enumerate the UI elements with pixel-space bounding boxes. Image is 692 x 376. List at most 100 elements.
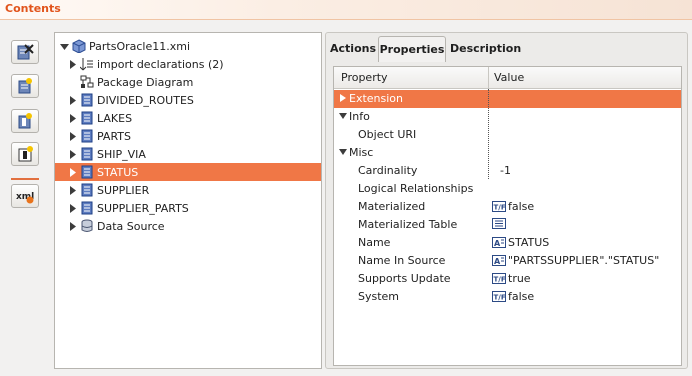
add-key-button[interactable]	[11, 142, 39, 166]
tree-item-supplier[interactable]: SUPPLIER	[55, 181, 321, 199]
xml-button[interactable]: xml	[11, 184, 39, 208]
column-header-property[interactable]: Property	[341, 71, 388, 84]
tree-item-ship-via[interactable]: SHIP_VIA	[55, 145, 321, 163]
property-name: Object URI	[358, 128, 417, 141]
view-title-bar: Contents	[0, 0, 692, 20]
expand-arrow-icon[interactable]	[67, 113, 77, 123]
property-row-supports-update[interactable]: Supports Update T/F true	[334, 270, 681, 288]
property-value[interactable]: T/F false	[492, 200, 534, 213]
boolean-icon: T/F	[492, 291, 506, 302]
expand-arrow-icon[interactable]	[67, 167, 77, 177]
model-tree[interactable]: PartsOracle11.xmi import declarations (2…	[54, 32, 322, 369]
collapse-arrow-icon[interactable]	[338, 111, 348, 121]
tree-item-label: LAKES	[97, 111, 133, 125]
import-icon	[79, 57, 94, 71]
datasource-icon	[80, 219, 94, 233]
property-value-text: "PARTSSUPPLIER"."STATUS"	[508, 254, 660, 267]
property-grid-header: Property Value	[334, 67, 681, 89]
tab-actions[interactable]: Actions	[330, 39, 376, 61]
property-value-text: false	[508, 200, 535, 213]
tree-item-supplier-parts[interactable]: SUPPLIER_PARTS	[55, 199, 321, 217]
tree-item-data-source[interactable]: Data Source	[55, 217, 321, 235]
expand-arrow-icon[interactable]	[67, 185, 77, 195]
table-icon	[80, 201, 94, 215]
boolean-icon: T/F	[492, 273, 506, 284]
clear-button[interactable]	[11, 40, 39, 64]
list-icon	[492, 218, 506, 229]
tab-description[interactable]: Description	[450, 39, 521, 61]
property-name: Cardinality	[358, 164, 418, 177]
model-icon	[72, 39, 86, 54]
column-header-value[interactable]: Value	[494, 71, 524, 84]
property-row-materialized[interactable]: Materialized T/F false	[334, 198, 681, 216]
tree-root[interactable]: PartsOracle11.xmi	[55, 37, 321, 55]
property-name: Misc	[349, 146, 374, 159]
property-value[interactable]: T/F true	[492, 272, 531, 285]
column-divider[interactable]	[488, 67, 489, 89]
property-category-info[interactable]: Info	[334, 108, 681, 126]
property-category-misc[interactable]: Misc	[334, 144, 681, 162]
no-expander	[67, 77, 77, 87]
property-name: Name In Source	[358, 254, 446, 267]
property-row-system[interactable]: System T/F false	[334, 288, 681, 306]
tree-item-lakes[interactable]: LAKES	[55, 109, 321, 127]
svg-text:A: A	[494, 257, 501, 266]
tree-item-parts[interactable]: PARTS	[55, 127, 321, 145]
add-column-button[interactable]	[11, 109, 39, 133]
add-table-icon	[18, 78, 32, 94]
clear-icon	[17, 44, 34, 60]
property-grid[interactable]: Property Value Extension Info Object URI Mi…	[333, 66, 682, 366]
property-row-name[interactable]: Name A STATUS	[334, 234, 681, 252]
add-key-icon	[18, 146, 33, 162]
property-name: Logical Relationships	[358, 182, 474, 195]
property-row-cardinality[interactable]: Cardinality -1	[334, 162, 681, 180]
expand-arrow-icon[interactable]	[67, 203, 77, 213]
property-value-text: false	[508, 290, 535, 303]
properties-panel: Actions Properties Description Property …	[325, 32, 688, 369]
boolean-icon: T/F	[492, 201, 506, 212]
property-value-text: -1	[500, 164, 511, 177]
collapse-arrow-icon[interactable]	[338, 147, 348, 157]
property-value[interactable]: T/F false	[492, 290, 534, 303]
property-value[interactable]	[492, 218, 508, 229]
tab-properties[interactable]: Properties	[378, 36, 446, 62]
tree-item-divided-routes[interactable]: DIVIDED_ROUTES	[55, 91, 321, 109]
expand-arrow-icon[interactable]	[338, 93, 348, 103]
table-icon	[80, 93, 94, 107]
expand-arrow-icon[interactable]	[67, 221, 77, 231]
property-value-text: STATUS	[508, 236, 550, 249]
tree-item-label: SUPPLIER_PARTS	[97, 201, 189, 215]
property-row-logical-relationships[interactable]: Logical Relationships	[334, 180, 681, 198]
expand-arrow-icon[interactable]	[67, 95, 77, 105]
tree-item-label: SHIP_VIA	[97, 147, 146, 161]
property-value[interactable]: A STATUS	[492, 236, 549, 249]
add-column-icon	[18, 113, 32, 129]
property-value[interactable]: -1	[500, 164, 511, 177]
tree-item-import-declarations-2[interactable]: import declarations (2)	[55, 55, 321, 73]
property-value[interactable]: A "PARTSSUPPLIER"."STATUS"	[492, 254, 659, 267]
expand-arrow-icon[interactable]	[67, 149, 77, 159]
tree-item-label: STATUS	[97, 165, 139, 179]
expand-arrow-icon[interactable]	[67, 59, 77, 69]
expand-arrow-icon[interactable]	[67, 131, 77, 141]
view-title: Contents	[5, 2, 61, 15]
svg-text:A: A	[494, 239, 501, 248]
table-icon	[80, 111, 94, 125]
add-table-button[interactable]	[11, 74, 39, 98]
property-row-object-uri[interactable]: Object URI	[334, 126, 681, 144]
tree-item-label: DIVIDED_ROUTES	[97, 93, 194, 107]
collapse-arrow-icon[interactable]	[59, 41, 69, 51]
property-row-name-in-source[interactable]: Name In Source A "PARTSSUPPLIER"."STATUS"	[334, 252, 681, 270]
tree-root-label: PartsOracle11.xmi	[89, 39, 191, 53]
tree-item-status[interactable]: STATUS	[55, 163, 321, 181]
svg-text:T/F: T/F	[494, 276, 506, 284]
property-category-extension[interactable]: Extension	[334, 90, 681, 108]
property-value-text: true	[508, 272, 531, 285]
table-icon	[80, 165, 94, 179]
table-icon	[80, 129, 94, 143]
tree-item-label: Data Source	[97, 219, 165, 233]
tree-item-label: PARTS	[97, 129, 131, 143]
text-icon: A	[492, 255, 506, 266]
property-row-materialized-table[interactable]: Materialized Table	[334, 216, 681, 234]
tree-item-package-diagram[interactable]: Package Diagram	[55, 73, 321, 91]
